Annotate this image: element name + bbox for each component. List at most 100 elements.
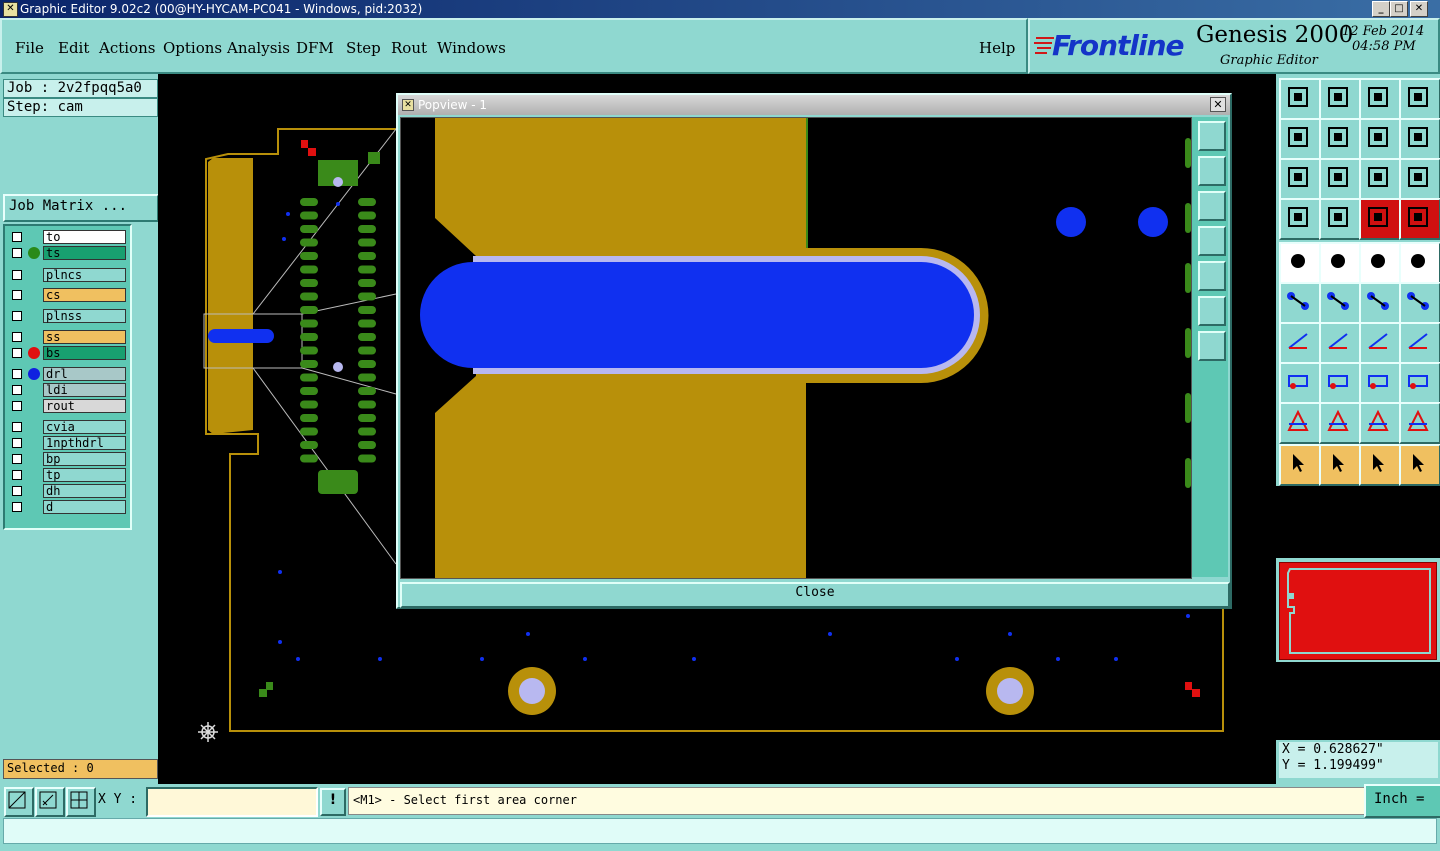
select-box-icon[interactable] [1319, 444, 1361, 486]
shapes-icon[interactable] [1399, 362, 1440, 404]
pan-right-icon[interactable] [1198, 261, 1226, 291]
layer-checkbox[interactable] [12, 502, 22, 512]
popview-close-button[interactable]: Close [400, 582, 1230, 608]
layer-row-bs[interactable]: bs [8, 346, 126, 360]
select-icon[interactable] [1279, 444, 1321, 486]
snap-mode-icon[interactable] [4, 787, 34, 817]
angle-icon[interactable] [1279, 322, 1321, 364]
tools-icon[interactable] [1279, 198, 1321, 240]
split-view-icon[interactable] [1399, 78, 1440, 120]
pan-right-icon[interactable] [1319, 118, 1361, 160]
layer-row-cvia[interactable]: cvia [8, 420, 126, 434]
zoom-out-icon[interactable] [1198, 331, 1226, 361]
menu-windows[interactable]: Windows [437, 39, 506, 57]
layer-row-ts[interactable]: ts [8, 246, 126, 260]
layer-row-1npthdrl[interactable]: 1npthdrl [8, 436, 126, 450]
triangle-icon[interactable] [1279, 402, 1321, 444]
pad-feature-icon[interactable] [1279, 362, 1321, 404]
dimension-icon[interactable] [1359, 362, 1401, 404]
layer-checkbox[interactable] [12, 248, 22, 258]
outline-icon[interactable] [1319, 402, 1361, 444]
layer-row-plnss[interactable]: plnss [8, 309, 126, 323]
rotate-icon[interactable] [1359, 118, 1401, 160]
layer-row-bp[interactable]: bp [8, 452, 126, 466]
pan-down-icon[interactable] [1198, 191, 1226, 221]
cross-icon[interactable] [1319, 282, 1361, 324]
layer-checkbox[interactable] [12, 486, 22, 496]
unit-selector[interactable]: Inch = [1364, 784, 1440, 818]
layer-row-ss[interactable]: ss [8, 330, 126, 344]
help-icon[interactable] [1399, 158, 1440, 200]
snap-pad-icon[interactable] [1399, 282, 1440, 324]
popview-canvas[interactable] [400, 117, 1192, 579]
grid-icon[interactable] [1319, 198, 1361, 240]
layer-row-tp[interactable]: tp [8, 468, 126, 482]
move-icon[interactable] [1279, 242, 1321, 284]
flip-icon[interactable] [1399, 118, 1440, 160]
zoom-fit-icon[interactable] [1279, 158, 1321, 200]
menu-edit[interactable]: Edit [58, 39, 89, 57]
step-up-icon[interactable] [1279, 78, 1321, 120]
layer-checkbox[interactable] [12, 401, 22, 411]
layer-checkbox[interactable] [12, 311, 22, 321]
job-matrix-button[interactable]: Job Matrix ... [3, 194, 159, 222]
layer-row-rout[interactable]: rout [8, 399, 126, 413]
pan-up-icon[interactable] [1198, 156, 1226, 186]
drill-icon[interactable] [1359, 282, 1401, 324]
zoom-box-icon[interactable] [1319, 158, 1361, 200]
layer-checkbox[interactable] [12, 438, 22, 448]
step-down-icon[interactable] [1319, 78, 1361, 120]
draw-line-icon[interactable] [1319, 242, 1361, 284]
popview-title-bar[interactable]: ✕ Popview - 1 ✕ [398, 95, 1230, 115]
menu-dfm[interactable]: DFM [296, 39, 334, 57]
layer-checkbox[interactable] [12, 422, 22, 432]
menu-actions[interactable]: Actions [99, 39, 155, 57]
popview-close-icon[interactable]: ✕ [1210, 97, 1226, 112]
line-icon[interactable] [1319, 322, 1361, 364]
layer-checkbox[interactable] [12, 332, 22, 342]
xy-input[interactable] [146, 787, 318, 817]
layer-row-plncs[interactable]: plncs [8, 268, 126, 282]
close-window-button[interactable]: ✕ [1410, 1, 1428, 17]
layer-row-dh[interactable]: dh [8, 484, 126, 498]
layer-checkbox[interactable] [12, 470, 22, 480]
menu-file[interactable]: File [15, 39, 44, 57]
connect-icon[interactable] [1279, 282, 1321, 324]
menu-options[interactable]: Options [163, 39, 222, 57]
layer-checkbox[interactable] [12, 270, 22, 280]
layer-compare-icon[interactable] [1359, 198, 1401, 240]
layer-row-to[interactable]: to [8, 230, 126, 244]
layer-row-ldi[interactable]: ldi [8, 383, 126, 397]
pan-left-icon[interactable] [1198, 226, 1226, 256]
ruler-icon[interactable] [1359, 242, 1401, 284]
layer-checkbox[interactable] [12, 369, 22, 379]
menu-analysis[interactable]: Analysis [227, 39, 290, 57]
select-area-icon[interactable] [1359, 444, 1401, 486]
layer-checkbox[interactable] [12, 385, 22, 395]
layer-checkbox[interactable] [12, 454, 22, 464]
layer-checkbox[interactable] [12, 348, 22, 358]
layer-checkbox[interactable] [12, 290, 22, 300]
popview-window[interactable]: ✕ Popview - 1 ✕ Close [396, 93, 1232, 609]
measure-mode-icon[interactable] [35, 787, 65, 817]
layer-row-d[interactable]: d [8, 500, 126, 514]
menu-step[interactable]: Step [346, 39, 381, 57]
minimize-button[interactable]: _ [1372, 1, 1390, 17]
pan-left-icon[interactable] [1279, 118, 1321, 160]
symbol-icon[interactable] [1399, 322, 1440, 364]
arc-icon[interactable] [1359, 322, 1401, 364]
zoom-fit-icon[interactable] [1198, 121, 1226, 151]
slot-icon[interactable] [1319, 362, 1361, 404]
zoom-in-icon[interactable] [1198, 296, 1226, 326]
board-overview-preview[interactable] [1279, 562, 1437, 660]
layer-row-drl[interactable]: drl [8, 367, 126, 381]
surface-icon[interactable] [1399, 402, 1440, 444]
select-net-icon[interactable] [1399, 444, 1440, 486]
maximize-button[interactable]: □ [1390, 1, 1408, 17]
menu-help[interactable]: Help [979, 39, 1015, 57]
grid-mode-icon[interactable] [66, 787, 96, 817]
net-compare-icon[interactable] [1399, 198, 1440, 240]
home-view-icon[interactable] [1359, 78, 1401, 120]
layer-row-cs[interactable]: cs [8, 288, 126, 302]
fill-icon[interactable] [1399, 242, 1440, 284]
